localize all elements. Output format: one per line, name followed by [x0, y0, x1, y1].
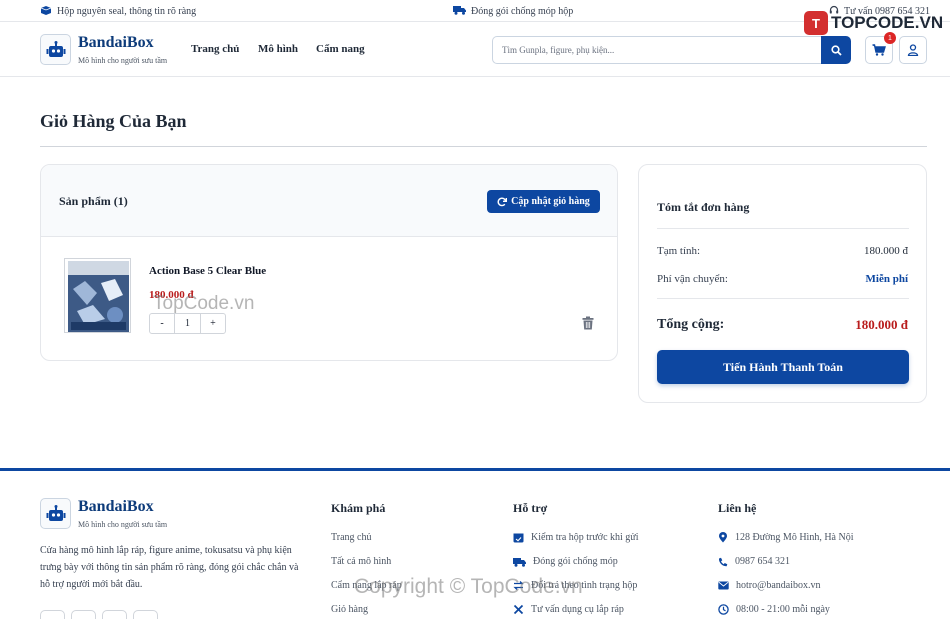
- nav-home[interactable]: Trang chủ: [191, 43, 239, 55]
- facebook-icon[interactable]: [40, 610, 65, 619]
- footer-contact-address: 128 Đường Mô Hình, Hà Nội: [718, 532, 853, 543]
- qty-increase-button[interactable]: +: [201, 314, 225, 333]
- cart-heading: Sản phẩm (1): [59, 194, 128, 208]
- footer-contact-email[interactable]: hotro@bandaibox.vn: [718, 580, 820, 591]
- search-icon: [830, 44, 842, 56]
- cart-icon: [872, 44, 886, 56]
- tiktok-icon[interactable]: [102, 610, 127, 619]
- footer-support-title: Hỗ trợ: [513, 501, 548, 515]
- qty-input[interactable]: 1: [174, 314, 201, 333]
- footer-link-all-models[interactable]: Tất cả mô hình: [331, 556, 391, 567]
- product-price: 180.000 đ: [149, 289, 194, 301]
- phone-icon: [718, 557, 728, 566]
- footer-description: Cửa hàng mô hình lắp ráp, figure anime, …: [40, 545, 299, 590]
- summary-divider: [657, 228, 909, 229]
- order-summary-card: Tóm tắt đơn hàng Tạm tính: 180.000 đ Phí…: [638, 164, 927, 403]
- qty-decrease-button[interactable]: -: [150, 314, 174, 333]
- footer-email-text: hotro@bandaibox.vn: [736, 580, 821, 591]
- footer-phone-text: 0987 654 321: [735, 556, 790, 567]
- footer-brand-name[interactable]: BandaiBox: [78, 498, 154, 516]
- footer-support-tools[interactable]: Tư vấn dụng cụ lắp ráp: [513, 604, 624, 615]
- tools-icon: [513, 604, 524, 615]
- account-button[interactable]: [899, 36, 927, 64]
- exchange-icon: [513, 581, 524, 590]
- footer-contact-phone[interactable]: 0987 654 321: [718, 556, 790, 567]
- calendar-check-icon: [513, 533, 524, 543]
- footer-brand-tagline: Mô hình cho người sưu tầm: [78, 520, 168, 529]
- summary-divider: [657, 298, 909, 299]
- topbar-left-text: Hộp nguyên seal, thông tin rõ ràng: [57, 6, 197, 17]
- subtotal-label: Tạm tính:: [657, 245, 701, 257]
- checkout-button[interactable]: Tiến Hành Thanh Toán: [657, 350, 909, 384]
- footer-link-cart[interactable]: Giỏ hàng: [331, 604, 368, 615]
- footer-hours-text: 08:00 - 21:00 mỗi ngày: [736, 604, 830, 615]
- subtotal-value: 180.000 đ: [864, 245, 908, 257]
- topbar-seal-info: Hộp nguyên seal, thông tin rõ ràng: [40, 5, 196, 18]
- user-icon: [907, 44, 919, 56]
- map-pin-icon: [719, 532, 727, 543]
- refresh-icon: [497, 197, 508, 206]
- product-name[interactable]: Action Base 5 Clear Blue: [149, 265, 266, 277]
- cart-card: Sản phẩm (1) Cập nhật giỏ hàng Action Ba…: [40, 164, 618, 361]
- instagram-icon[interactable]: [71, 610, 96, 619]
- footer-link-home[interactable]: Trang chủ: [331, 532, 371, 543]
- shipping-value: Miễn phí: [865, 273, 908, 285]
- footer-link-guide[interactable]: Cẩm nang lắp ráp: [331, 580, 402, 591]
- box-icon: [40, 5, 52, 18]
- quantity-stepper: - 1 +: [149, 313, 226, 334]
- total-value: 180.000 đ: [855, 317, 908, 332]
- page-title: Giỏ Hàng Của Bạn: [40, 111, 187, 131]
- nav-models[interactable]: Mô hình: [258, 43, 298, 55]
- footer-contact-title: Liên hệ: [718, 501, 757, 515]
- nav-guide[interactable]: Cẩm nang: [316, 43, 365, 55]
- cart-card-header: Sản phẩm (1) Cập nhật giỏ hàng: [41, 165, 617, 237]
- youtube-icon[interactable]: [133, 610, 158, 619]
- search-button[interactable]: [821, 36, 851, 64]
- remove-item-button[interactable]: [582, 316, 594, 335]
- product-thumbnail[interactable]: [64, 258, 131, 333]
- total-label: Tổng cộng:: [657, 317, 725, 332]
- footer-support-check-box[interactable]: Kiểm tra hộp trước khi gửi: [513, 532, 639, 543]
- cart-count-badge: 1: [884, 32, 896, 44]
- site-header: BandaiBox Mô hình cho người sưu tầm Tran…: [0, 22, 950, 77]
- truck-icon: [513, 557, 526, 567]
- summary-title: Tóm tắt đơn hàng: [657, 200, 750, 214]
- footer-robot-logo-icon[interactable]: [40, 498, 71, 529]
- envelope-icon: [718, 581, 729, 590]
- brand-name[interactable]: BandaiBox: [78, 34, 154, 52]
- footer-support-returns[interactable]: Đổi trả theo tình trạng hộp: [513, 580, 637, 591]
- footer-explore-title: Khám phá: [331, 501, 386, 515]
- search-input[interactable]: Tìm Gunpla, figure, phụ kiện...: [492, 36, 822, 64]
- footer-support-label: Đổi trả theo tình trạng hộp: [531, 580, 638, 591]
- shipping-label: Phí vận chuyển:: [657, 273, 728, 285]
- topbar-packing-info: Đóng gói chống móp hộp: [453, 5, 573, 18]
- footer-top-border: [0, 468, 950, 471]
- cart-button[interactable]: 1: [865, 32, 896, 64]
- topbar-center-text: Đóng gói chống móp hộp: [471, 6, 574, 17]
- footer-support-label: Tư vấn dụng cụ lắp ráp: [531, 604, 624, 615]
- update-cart-button[interactable]: Cập nhật giỏ hàng: [487, 190, 600, 213]
- footer-support-packing[interactable]: Đóng gói chống móp: [513, 556, 618, 567]
- clock-icon: [718, 604, 729, 615]
- footer-address-text: 128 Đường Mô Hình, Hà Nội: [735, 532, 854, 543]
- update-cart-label: Cập nhật giỏ hàng: [511, 196, 590, 207]
- brand-tagline: Mô hình cho người sưu tầm: [78, 56, 168, 65]
- footer-contact-hours: 08:00 - 21:00 mỗi ngày: [718, 604, 830, 615]
- title-divider: [40, 146, 927, 147]
- robot-logo-icon[interactable]: [40, 34, 71, 65]
- truck-icon: [453, 5, 466, 18]
- footer-support-label: Kiểm tra hộp trước khi gửi: [531, 532, 639, 543]
- trash-icon: [582, 316, 594, 330]
- footer-support-label: Đóng gói chống móp: [533, 556, 618, 567]
